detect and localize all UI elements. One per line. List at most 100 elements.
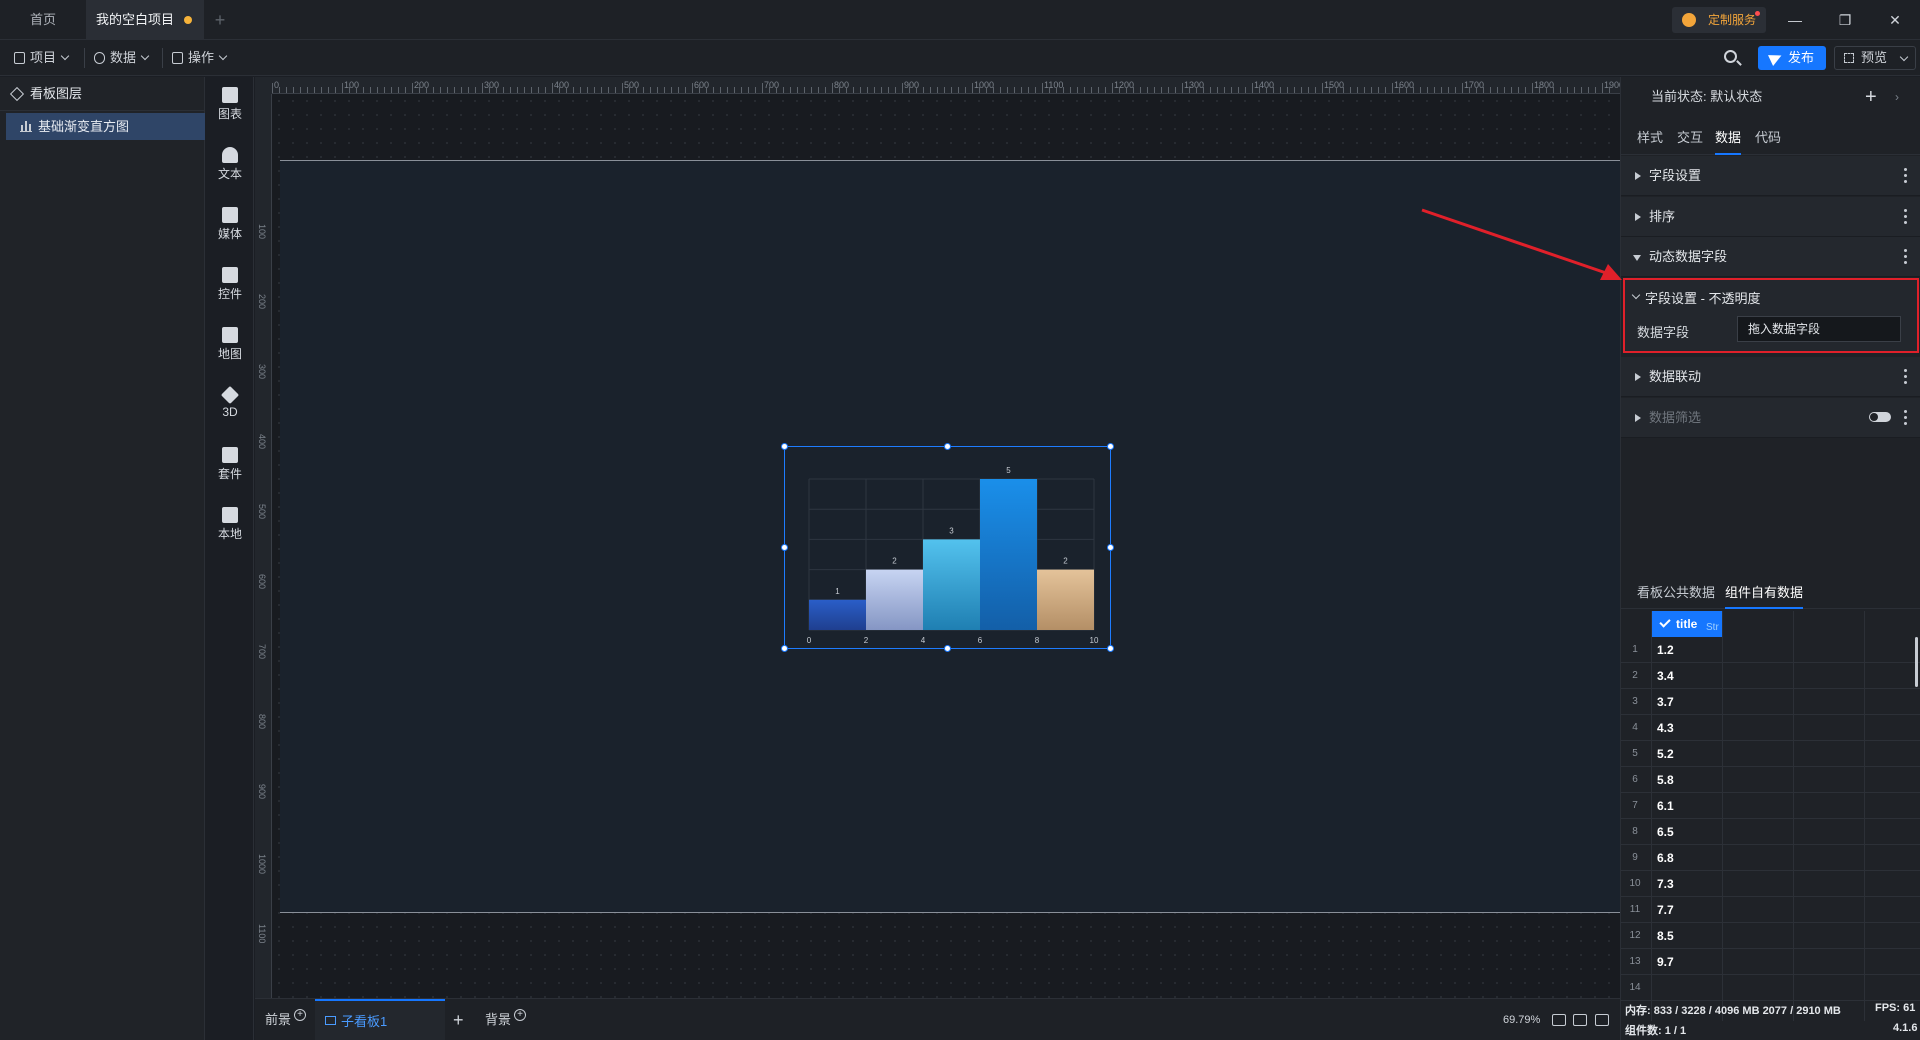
field-setting-opacity-title[interactable]: 字段设置 - 不透明度 bbox=[1645, 288, 1761, 307]
row-value[interactable]: 6.5 bbox=[1657, 819, 1674, 845]
resize-handle-b[interactable] bbox=[944, 645, 951, 652]
comp-chart[interactable]: 图表 bbox=[206, 77, 254, 127]
tab-sub-board[interactable]: 子看板1 bbox=[315, 999, 445, 1040]
zoom-level[interactable]: 69.79% bbox=[1503, 999, 1540, 1040]
row-value[interactable]: 1.2 bbox=[1657, 637, 1674, 663]
tab-foreground[interactable]: 前景 + bbox=[265, 999, 307, 1040]
data-field-dropzone[interactable]: 拖入数据字段 bbox=[1737, 316, 1901, 342]
tab-project[interactable]: 我的空白项目 bbox=[86, 0, 204, 40]
tab-home[interactable]: 首页 bbox=[0, 0, 86, 40]
chevron-right-icon[interactable]: › bbox=[1895, 77, 1899, 117]
row-value[interactable]: 8.5 bbox=[1657, 923, 1674, 949]
close-button[interactable]: ✕ bbox=[1872, 0, 1918, 40]
table-row[interactable]: 4 4.3 bbox=[1621, 715, 1920, 741]
grid-scrollbar[interactable] bbox=[1915, 637, 1918, 687]
comp-3d[interactable]: 3D bbox=[206, 377, 254, 427]
row-value[interactable]: 6.8 bbox=[1657, 845, 1674, 871]
add-tab-button[interactable]: + bbox=[210, 0, 230, 40]
section-dynamic-fields[interactable]: 动态数据字段 bbox=[1621, 237, 1920, 277]
data-label: 2 bbox=[1063, 557, 1068, 566]
grid-column-header[interactable]: title Str bbox=[1652, 611, 1722, 637]
table-row[interactable]: 13 9.7 bbox=[1621, 949, 1920, 975]
comp-kit[interactable]: 套件 bbox=[206, 437, 254, 487]
tab-interaction[interactable]: 交互 bbox=[1677, 121, 1703, 155]
tab-own-data[interactable]: 组件自有数据 bbox=[1725, 577, 1804, 609]
row-value[interactable]: 5.8 bbox=[1657, 767, 1674, 793]
row-value[interactable]: 6.1 bbox=[1657, 793, 1674, 819]
more-icon[interactable] bbox=[1904, 249, 1907, 265]
comp-local[interactable]: 本地 bbox=[206, 497, 254, 547]
table-row[interactable]: 5 5.2 bbox=[1621, 741, 1920, 767]
tab-style[interactable]: 样式 bbox=[1637, 121, 1663, 155]
restore-button[interactable]: ❐ bbox=[1822, 0, 1868, 40]
more-icon[interactable] bbox=[1904, 410, 1907, 426]
table-row[interactable]: 14 bbox=[1621, 975, 1920, 1001]
keyboard-icon[interactable] bbox=[1573, 1014, 1587, 1026]
row-value[interactable]: 9.7 bbox=[1657, 949, 1674, 975]
chevron-down-icon[interactable] bbox=[1631, 290, 1641, 300]
histogram-chart[interactable]: 1 2 3 5 2 0 2 4 6 8 10 bbox=[781, 443, 1114, 652]
comp-map[interactable]: 地图 bbox=[206, 317, 254, 367]
ruler-tick bbox=[1301, 87, 1302, 93]
menu-ops[interactable]: 操作 bbox=[164, 40, 244, 76]
resize-handle-bl[interactable] bbox=[781, 645, 788, 652]
more-icon[interactable] bbox=[1904, 209, 1907, 225]
comp-controls[interactable]: 控件 bbox=[206, 257, 254, 307]
row-value[interactable]: 5.2 bbox=[1657, 741, 1674, 767]
table-row[interactable]: 1 1.2 bbox=[1621, 637, 1920, 663]
menu-project[interactable]: 项目 bbox=[6, 40, 84, 76]
layer-item[interactable]: 基础渐变直方图 bbox=[6, 113, 205, 140]
table-row[interactable]: 11 7.7 bbox=[1621, 897, 1920, 923]
row-value[interactable]: 7.3 bbox=[1657, 871, 1674, 897]
grid-icon bbox=[172, 52, 183, 64]
minimize-button[interactable]: — bbox=[1772, 0, 1818, 40]
table-row[interactable]: 3 3.7 bbox=[1621, 689, 1920, 715]
resize-handle-t[interactable] bbox=[944, 443, 951, 450]
add-state-button[interactable]: + bbox=[1865, 77, 1877, 117]
section-filter-label: 数据筛选 bbox=[1649, 410, 1702, 425]
section-sort[interactable]: 排序 bbox=[1621, 197, 1920, 237]
row-value[interactable]: 7.7 bbox=[1657, 897, 1674, 923]
add-circle-icon[interactable]: + bbox=[514, 1009, 527, 1021]
ruler-tick bbox=[1266, 87, 1267, 93]
resize-handle-tr[interactable] bbox=[1107, 443, 1114, 450]
tab-data[interactable]: 数据 bbox=[1715, 121, 1742, 155]
table-row[interactable]: 2 3.4 bbox=[1621, 663, 1920, 689]
filter-toggle[interactable] bbox=[1869, 412, 1891, 422]
fit-screen-icon[interactable] bbox=[1552, 1014, 1566, 1026]
row-value[interactable]: 4.3 bbox=[1657, 715, 1674, 741]
tab-code[interactable]: 代码 bbox=[1755, 121, 1781, 155]
tab-background[interactable]: 背景 + bbox=[485, 999, 527, 1040]
tab-public-data[interactable]: 看板公共数据 bbox=[1637, 577, 1715, 609]
preview-button[interactable]: 预览 bbox=[1834, 46, 1916, 70]
section-linkage[interactable]: 数据联动 bbox=[1621, 357, 1920, 397]
resize-handle-tl[interactable] bbox=[781, 443, 788, 450]
properties-panel: 当前状态: 默认状态 + › 样式 交互 数据 代码 字段设置 排序 动态数据字… bbox=[1620, 77, 1920, 1040]
table-row[interactable]: 12 8.5 bbox=[1621, 923, 1920, 949]
table-row[interactable]: 10 7.3 bbox=[1621, 871, 1920, 897]
table-row[interactable]: 6 5.8 bbox=[1621, 767, 1920, 793]
add-board-button[interactable]: + bbox=[453, 999, 464, 1040]
row-value[interactable]: 3.7 bbox=[1657, 689, 1674, 715]
terminal-icon[interactable] bbox=[1595, 1014, 1609, 1026]
table-row[interactable]: 7 6.1 bbox=[1621, 793, 1920, 819]
publish-button[interactable]: 发布 bbox=[1758, 46, 1826, 70]
data-grid[interactable]: 1 1.2 2 3.4 3 3.7 4 4.3 5 5.2 6 5.8 7 6.1 8 6.5 9 6.8 10 7.… bbox=[1621, 611, 1920, 1021]
resize-handle-br[interactable] bbox=[1107, 645, 1114, 652]
row-value[interactable]: 3.4 bbox=[1657, 663, 1674, 689]
menu-data[interactable]: 数据 bbox=[86, 40, 164, 76]
custom-service-button[interactable]: 定制服务 bbox=[1672, 7, 1766, 33]
resize-handle-l[interactable] bbox=[781, 544, 788, 551]
section-field-settings[interactable]: 字段设置 bbox=[1621, 156, 1920, 196]
state-value[interactable]: 默认状态 bbox=[1710, 89, 1762, 104]
search-button[interactable] bbox=[1722, 48, 1742, 68]
comp-text[interactable]: 文本 bbox=[206, 137, 254, 187]
more-icon[interactable] bbox=[1904, 168, 1907, 184]
section-filter[interactable]: 数据筛选 bbox=[1621, 398, 1920, 438]
resize-handle-r[interactable] bbox=[1107, 544, 1114, 551]
table-row[interactable]: 9 6.8 bbox=[1621, 845, 1920, 871]
table-row[interactable]: 8 6.5 bbox=[1621, 819, 1920, 845]
comp-media[interactable]: 媒体 bbox=[206, 197, 254, 247]
add-circle-icon[interactable]: + bbox=[294, 1009, 307, 1021]
more-icon[interactable] bbox=[1904, 369, 1907, 385]
